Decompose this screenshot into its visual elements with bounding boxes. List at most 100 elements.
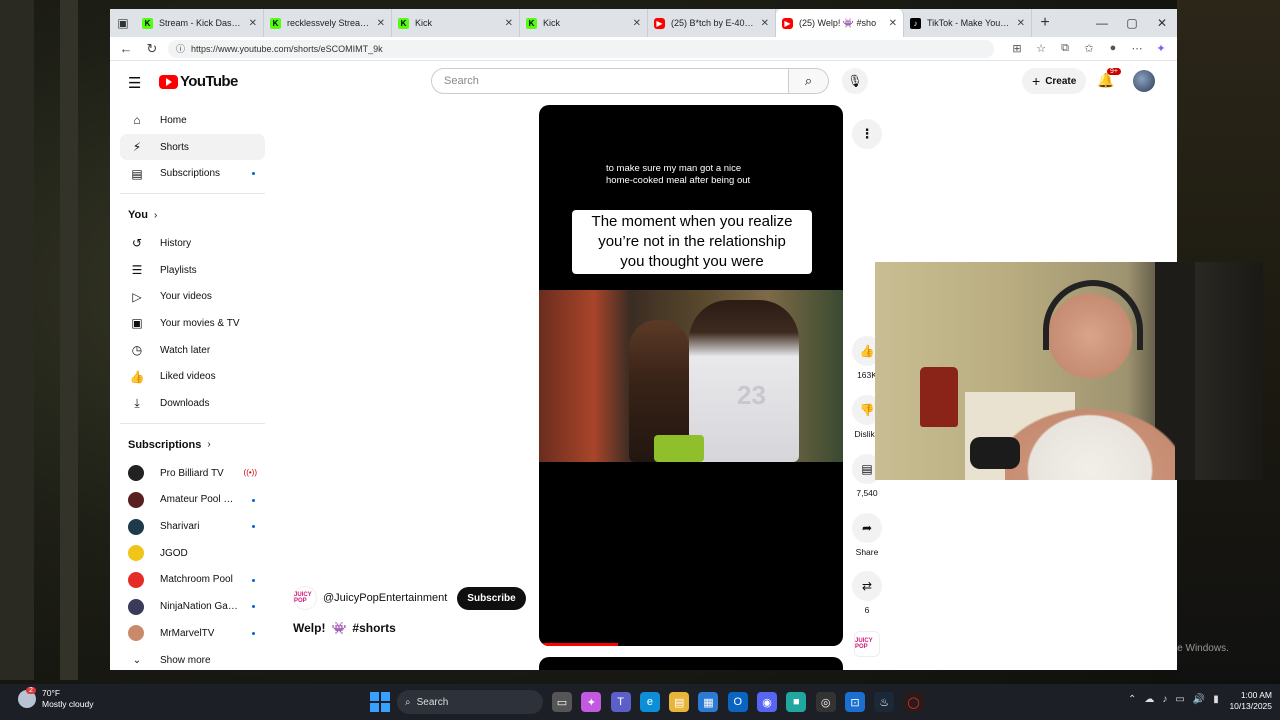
cloud-sync-icon[interactable]: ☁ <box>1144 694 1154 705</box>
back-icon[interactable]: ← <box>116 41 136 56</box>
mic-tray-icon[interactable]: ♪ <box>1162 694 1167 705</box>
site-info-icon[interactable]: ⓘ <box>176 42 185 55</box>
outlook-icon[interactable]: O <box>727 692 748 712</box>
date: 10/13/2025 <box>1229 701 1272 711</box>
close-tab-icon[interactable]: ✕ <box>505 18 513 29</box>
edge-icon[interactable]: e <box>639 692 660 712</box>
menu-icon[interactable]: ☰ <box>128 74 141 92</box>
caption-line: The moment when you realize <box>591 213 793 230</box>
favorite-star-icon[interactable]: ☆ <box>1032 42 1050 55</box>
sidebar-channel[interactable]: MrMarvelTV <box>120 620 265 647</box>
extensions-icon[interactable]: ⧉ <box>1056 42 1074 55</box>
app-available-icon[interactable]: ⊞ <box>1008 42 1026 55</box>
taskbar-search[interactable]: ⌕ Search <box>397 690 543 714</box>
remix-button[interactable]: ⇄ <box>852 571 882 601</box>
steam-icon[interactable]: ♨ <box>874 692 895 712</box>
video-progress-bar[interactable] <box>539 643 619 646</box>
sidebar-channel[interactable]: Matchroom Pool <box>120 567 265 594</box>
favorites-icon[interactable]: ✩ <box>1080 42 1098 55</box>
settings-more-icon[interactable]: ⋯ <box>1128 42 1146 55</box>
task-view-icon[interactable]: ▭ <box>552 692 572 712</box>
browser-tab[interactable]: ▶ (25) Welp! 👾 #sho ✕ <box>776 9 904 37</box>
clock[interactable]: 1:00 AM 10/13/2025 <box>1229 690 1272 712</box>
chevron-up-icon[interactable]: ⌃ <box>1128 694 1136 705</box>
show-more-button[interactable]: ⌄ Show more <box>120 647 265 670</box>
tab-actions-icon[interactable]: ▣ <box>110 9 136 37</box>
next-short-preview[interactable] <box>539 657 843 670</box>
sidebar-item-downloads[interactable]: ⤓ Downloads <box>120 390 265 417</box>
notifications-button[interactable]: 🔔 9+ <box>1097 68 1121 89</box>
tab-label: Kick <box>543 18 561 28</box>
channel-label: Pro Billiard TV <box>160 467 224 479</box>
sidebar-you-header[interactable]: You › <box>120 200 265 230</box>
browser-tab[interactable]: K Stream - Kick Dashboard ✕ <box>136 9 264 37</box>
file-explorer-icon[interactable]: ▤ <box>669 692 690 712</box>
create-button[interactable]: + Create <box>1022 68 1087 94</box>
app-icon[interactable]: ■ <box>786 692 807 712</box>
sidebar-item-history[interactable]: ↺ History <box>120 230 265 257</box>
channel-name[interactable]: @JuicyPopEntertainment <box>323 592 447 604</box>
close-tab-icon[interactable]: ✕ <box>889 18 897 29</box>
close-window-icon[interactable]: ✕ <box>1147 9 1177 37</box>
sidebar-channel[interactable]: Amateur Pool w/ Willy <box>120 487 265 514</box>
start-button[interactable] <box>370 692 390 712</box>
maximize-icon[interactable]: ▢ <box>1117 9 1147 37</box>
refresh-icon[interactable]: ↻ <box>142 41 162 57</box>
sidebar-item-playlists[interactable]: ☰ Playlists <box>120 257 265 284</box>
browser-tab[interactable]: ♪ TikTok - Make Your Day ✕ <box>904 9 1032 37</box>
sidebar-subscriptions-header[interactable]: Subscriptions › <box>120 430 265 460</box>
app-icon[interactable]: ⊡ <box>844 692 865 712</box>
more-options-button[interactable]: ⋮ <box>852 119 882 149</box>
volume-icon[interactable]: 🔊 <box>1193 694 1205 705</box>
browser-tab[interactable]: Krecklessvely Stream - Watch ✕ <box>264 9 392 37</box>
channel-label: Amateur Pool w/ Willy <box>160 494 240 506</box>
sidebar-channel[interactable]: NinjaNation Gaming <box>120 593 265 620</box>
sidebar-item-home[interactable]: ⌂ Home <box>120 107 265 134</box>
shorts-player[interactable]: to make sure my man got a nice home-cook… <box>539 105 843 646</box>
browser-tab[interactable]: K Kick ✕ <box>392 9 520 37</box>
microphone-icon: 🎙 <box>847 74 863 88</box>
copilot-icon[interactable]: ✦ <box>1152 42 1170 55</box>
close-tab-icon[interactable]: ✕ <box>633 18 641 29</box>
copilot-icon[interactable]: ✦ <box>581 692 602 712</box>
home-icon: ⌂ <box>133 113 141 128</box>
sound-channel-avatar[interactable]: JUICY POP <box>854 631 880 657</box>
store-icon[interactable]: ▦ <box>698 692 719 712</box>
sidebar-item-your-movies-tv[interactable]: ▣ Your movies & TV <box>120 310 265 337</box>
channel-avatar[interactable]: JUICY POP <box>293 586 317 610</box>
profile-icon[interactable]: ● <box>1104 42 1122 55</box>
voice-search-button[interactable]: 🎙 <box>842 68 868 94</box>
obs-icon[interactable]: ◎ <box>815 692 836 712</box>
battery-icon[interactable]: ▮ <box>1213 694 1219 705</box>
youtube-logo[interactable]: YouTube <box>159 73 238 90</box>
weather-widget[interactable]: 2 70°F Mostly cloudy <box>18 687 94 710</box>
sidebar-channel[interactable]: JGOD <box>120 540 265 567</box>
sidebar-item-your-videos[interactable]: ▷ Your videos <box>120 283 265 310</box>
subscribe-button[interactable]: Subscribe <box>457 586 526 610</box>
browser-tab[interactable]: ▶ (25) B*tch by E-40 feat. S ✕ <box>648 9 776 37</box>
close-tab-icon[interactable]: ✕ <box>249 18 257 29</box>
teams-icon[interactable]: T <box>610 692 631 712</box>
account-avatar[interactable] <box>1133 70 1155 92</box>
recording-icon[interactable]: ◯ <box>903 692 924 712</box>
sidebar-item-shorts[interactable]: ⚡ Shorts <box>120 133 265 161</box>
search-button[interactable]: ⌕ <box>789 68 829 94</box>
search-input[interactable]: Search <box>431 68 789 94</box>
new-tab-button[interactable]: + <box>1032 14 1058 32</box>
discord-icon[interactable]: ◉ <box>757 692 778 712</box>
minimize-icon[interactable]: — <box>1087 9 1117 37</box>
close-tab-icon[interactable]: ✕ <box>1017 18 1025 29</box>
movies-icon: ▣ <box>131 316 143 331</box>
sidebar-channel[interactable]: Pro Billiard TV ((•)) <box>120 460 265 487</box>
sidebar-channel[interactable]: Sharivari <box>120 513 265 540</box>
sidebar-item-subscriptions[interactable]: ▤ Subscriptions <box>120 160 265 187</box>
close-tab-icon[interactable]: ✕ <box>761 18 769 29</box>
sidebar-item-watch-later[interactable]: ◷ Watch later <box>120 337 265 364</box>
url-field[interactable]: ⓘ https://www.youtube.com/shorts/eSCOMIM… <box>168 39 994 58</box>
display-icon[interactable]: ▭ <box>1175 694 1184 705</box>
share-button[interactable]: ➦ <box>852 513 882 543</box>
hashtag-link[interactable]: #shorts <box>352 621 395 635</box>
close-tab-icon[interactable]: ✕ <box>377 18 385 29</box>
sidebar-item-liked-videos[interactable]: 👍 Liked videos <box>120 364 265 391</box>
browser-tab[interactable]: K Kick ✕ <box>520 9 648 37</box>
